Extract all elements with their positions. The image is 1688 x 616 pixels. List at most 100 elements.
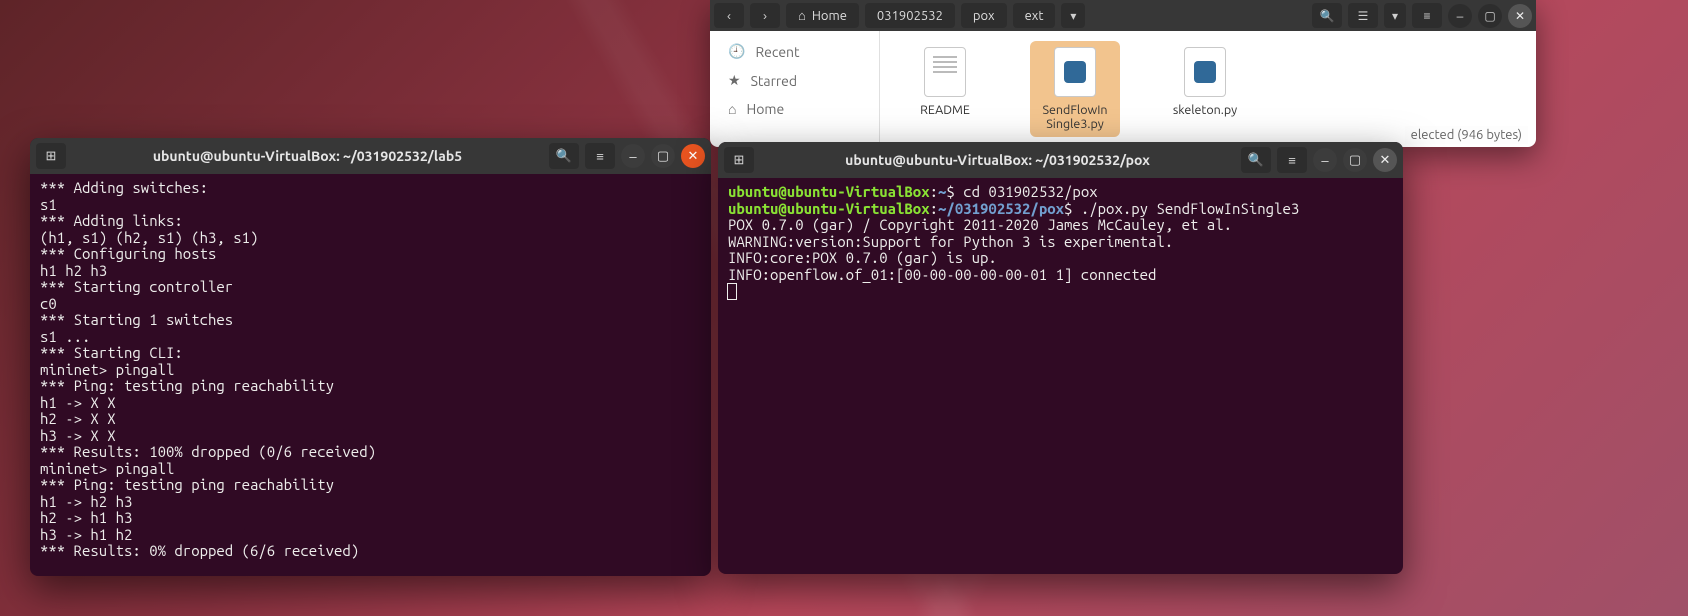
- term-line: h1 -> X X: [40, 394, 116, 411]
- sidebar-item-label: Home: [746, 101, 784, 117]
- menu-icon: ≡: [1423, 9, 1430, 23]
- prompt-colon: :: [930, 200, 938, 217]
- term-line: *** Ping: testing ping reachability: [40, 377, 334, 394]
- term-line: *** Adding switches:: [40, 179, 208, 196]
- close-button[interactable]: ✕: [681, 144, 705, 168]
- term-line: c0: [40, 295, 57, 312]
- python-file-icon: [1054, 47, 1096, 97]
- search-icon: 🔍: [1248, 152, 1264, 168]
- term-line: POX 0.7.0 (gar) / Copyright 2011-2020 Ja…: [728, 216, 1232, 233]
- file-skeleton[interactable]: skeleton.py: [1160, 41, 1250, 123]
- sidebar-item-starred[interactable]: ★ Starred: [710, 66, 879, 95]
- breadcrumb-home[interactable]: ⌂ Home: [786, 3, 859, 28]
- term-line: s1: [40, 196, 57, 213]
- prompt-path: ~/031902532/pox: [938, 200, 1064, 217]
- search-button[interactable]: 🔍: [549, 143, 579, 169]
- hamburger-menu-button[interactable]: ≡: [1277, 147, 1307, 173]
- prompt-cmd: cd 031902532/pox: [963, 183, 1097, 200]
- new-tab-icon: ⊞: [46, 148, 57, 164]
- list-view-icon: ☰: [1358, 9, 1369, 23]
- cursor: [728, 284, 736, 299]
- terminal-right-content[interactable]: ubuntu@ubuntu-VirtualBox:~$ cd 031902532…: [718, 178, 1403, 574]
- nav-back-button[interactable]: ‹: [714, 3, 744, 28]
- terminal-left-content[interactable]: *** Adding switches: s1 *** Adding links…: [30, 174, 711, 576]
- file-label: SendFlowIn: [1042, 103, 1107, 117]
- term-line: mininet> pingall: [40, 361, 174, 378]
- search-button[interactable]: 🔍: [1312, 3, 1342, 28]
- terminal-left-window: ⊞ ubuntu@ubuntu-VirtualBox: ~/031902532/…: [30, 138, 711, 576]
- prompt-cmd: ./pox.py SendFlowInSingle3: [1081, 200, 1299, 217]
- hamburger-menu-button[interactable]: ≡: [585, 143, 615, 169]
- nav-forward-button[interactable]: ›: [750, 3, 780, 28]
- text-file-icon: [924, 47, 966, 97]
- minimize-button[interactable]: –: [621, 144, 645, 168]
- statusbar-selection: elected (946 bytes): [1405, 126, 1528, 144]
- term-line: *** Starting controller: [40, 278, 233, 295]
- term-line: *** Starting 1 switches: [40, 311, 233, 328]
- home-icon: ⌂: [798, 8, 806, 23]
- star-icon: ★: [728, 72, 741, 89]
- python-file-icon: [1184, 47, 1226, 97]
- term-line: *** Results: 0% dropped (6/6 received): [40, 542, 359, 559]
- menu-icon: ≡: [1288, 153, 1296, 168]
- term-line: h1 -> h2 h3: [40, 493, 132, 510]
- minimize-button[interactable]: –: [1313, 148, 1337, 172]
- file-label: skeleton.py: [1173, 103, 1237, 117]
- term-line: *** Results: 100% dropped (0/6 received): [40, 443, 376, 460]
- hamburger-menu-button[interactable]: ≡: [1412, 3, 1442, 28]
- new-tab-button[interactable]: ⊞: [724, 147, 754, 173]
- term-line: INFO:openflow.of_01:[00-00-00-00-00-01 1…: [728, 266, 1156, 283]
- new-tab-button[interactable]: ⊞: [36, 143, 66, 169]
- clock-icon: 🕘: [728, 43, 745, 60]
- sidebar-item-home[interactable]: ⌂ Home: [710, 95, 879, 123]
- home-icon: ⌂: [728, 101, 736, 117]
- file-label: README: [920, 103, 970, 117]
- file-manager-sidebar: 🕘 Recent ★ Starred ⌂ Home: [710, 31, 880, 147]
- close-button[interactable]: ✕: [1508, 4, 1532, 28]
- search-icon: 🔍: [556, 148, 572, 164]
- maximize-button[interactable]: ▢: [1343, 148, 1367, 172]
- window-title: ubuntu@ubuntu-VirtualBox: ~/031902532/po…: [760, 152, 1235, 168]
- prompt-user: ubuntu@ubuntu-VirtualBox: [728, 200, 930, 217]
- term-line: h3 -> X X: [40, 427, 116, 444]
- prompt-dollar: $: [1064, 200, 1081, 217]
- breadcrumb-seg-3[interactable]: ext: [1013, 3, 1056, 28]
- maximize-button[interactable]: ▢: [1478, 4, 1502, 28]
- view-dropdown-button[interactable]: ▾: [1384, 3, 1406, 28]
- term-line: h2 -> h1 h3: [40, 509, 132, 526]
- term-line: *** Adding links:: [40, 212, 183, 229]
- breadcrumb-overflow-button[interactable]: ▾: [1061, 3, 1085, 28]
- new-tab-icon: ⊞: [734, 152, 745, 168]
- menu-icon: ≡: [596, 149, 604, 164]
- close-button[interactable]: ✕: [1373, 148, 1397, 172]
- prompt-colon: :: [930, 183, 938, 200]
- sidebar-item-label: Recent: [755, 44, 799, 60]
- term-line: *** Configuring hosts: [40, 245, 216, 262]
- window-title: ubuntu@ubuntu-VirtualBox: ~/031902532/la…: [72, 148, 543, 164]
- file-sendflowinsingle3[interactable]: SendFlowIn Single3.py: [1030, 41, 1120, 137]
- term-line: *** Starting CLI:: [40, 344, 183, 361]
- breadcrumb-seg-2[interactable]: pox: [961, 3, 1007, 28]
- term-line: h3 -> h1 h2: [40, 526, 132, 543]
- term-line: h1 h2 h3: [40, 262, 107, 279]
- file-label: Single3.py: [1046, 117, 1104, 131]
- sidebar-item-label: Starred: [751, 73, 798, 89]
- chevron-down-icon: ▾: [1392, 9, 1398, 23]
- term-line: mininet> pingall: [40, 460, 174, 477]
- breadcrumb-home-label: Home: [812, 9, 847, 23]
- prompt-dollar: $: [946, 183, 963, 200]
- terminal-right-window: ⊞ ubuntu@ubuntu-VirtualBox: ~/031902532/…: [718, 142, 1403, 574]
- minimize-button[interactable]: –: [1448, 4, 1472, 28]
- search-button[interactable]: 🔍: [1241, 147, 1271, 173]
- view-list-button[interactable]: ☰: [1348, 3, 1378, 28]
- term-line: *** Ping: testing ping reachability: [40, 476, 334, 493]
- terminal-left-titlebar: ⊞ ubuntu@ubuntu-VirtualBox: ~/031902532/…: [30, 138, 711, 174]
- term-line: INFO:core:POX 0.7.0 (gar) is up.: [728, 249, 997, 266]
- file-manager-headerbar: ‹ › ⌂ Home 031902532 pox ext ▾ 🔍 ☰ ▾ ≡ –…: [710, 0, 1536, 31]
- term-line: WARNING:version:Support for Python 3 is …: [728, 233, 1173, 250]
- maximize-button[interactable]: ▢: [651, 144, 675, 168]
- file-readme[interactable]: README: [900, 41, 990, 123]
- prompt-user: ubuntu@ubuntu-VirtualBox: [728, 183, 930, 200]
- sidebar-item-recent[interactable]: 🕘 Recent: [710, 37, 879, 66]
- breadcrumb-seg-1[interactable]: 031902532: [865, 3, 955, 28]
